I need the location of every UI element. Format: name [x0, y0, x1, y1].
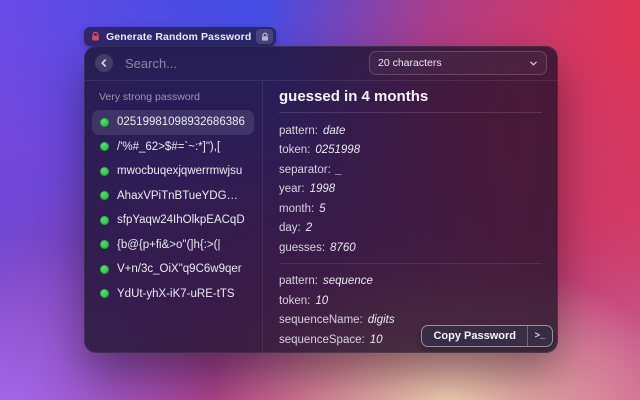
lock-icon [260, 32, 270, 42]
password-list-item[interactable]: AhaxVPiTnBTueYDGNUPV [92, 184, 254, 209]
password-list: Very strong password 0251998109893268638… [84, 81, 262, 353]
password-list-item[interactable]: /'%#_62>$#=`~:*]"),[ [92, 135, 254, 160]
password-text: /'%#_62>$#=`~:*]"),[ [117, 141, 220, 153]
back-button[interactable] [95, 54, 113, 72]
detail-field: pattern: sequence [279, 272, 542, 292]
detail-pane: guessed in 4 months pattern: date token:… [263, 81, 558, 353]
copy-password-button[interactable]: Copy Password >_ [421, 325, 553, 347]
list-section-header: Very strong password [92, 86, 254, 110]
password-text: 02519981098932686386 [117, 116, 245, 128]
window-content: Very strong password 0251998109893268638… [84, 81, 558, 353]
password-text: sfpYaqw24IhOlkpEACqD [117, 214, 245, 226]
password-list-item[interactable]: V+n/3c_OiX"q9C6w9qer [92, 257, 254, 282]
search-input[interactable] [123, 55, 369, 72]
password-list-item[interactable]: mwocbuqexjqwerrmwjsu [92, 159, 254, 184]
password-list-item[interactable]: YdUt-yhX-iK7-uRE-tTS [92, 282, 254, 307]
detail-field: year: 1998 [279, 180, 542, 200]
password-text: YdUt-yhX-iK7-uRE-tTS [117, 288, 235, 300]
dropdown-value: 20 characters [378, 57, 442, 69]
password-text: AhaxVPiTnBTueYDGNUPV [117, 190, 246, 202]
detail-field: token: 10 [279, 291, 542, 311]
strength-dot-icon [100, 167, 109, 176]
password-text: mwocbuqexjqwerrmwjsu [117, 165, 242, 177]
detail-field: guesses: 8760 [279, 238, 542, 258]
password-list-item[interactable]: {b@{p+fi&>o"(]h{:>(| [92, 233, 254, 258]
terminal-prompt-icon: >_ [528, 331, 552, 341]
detail-field: separator: _ [279, 160, 542, 180]
group-divider [279, 263, 542, 264]
character-count-dropdown[interactable]: 20 characters [369, 51, 547, 75]
password-lock-icon [90, 31, 101, 42]
app-window: 20 characters Very strong password 02519… [84, 46, 558, 353]
detail-field: pattern: date [279, 121, 542, 141]
password-text: {b@{p+fi&>o"(]h{:>(| [117, 239, 220, 251]
password-text: V+n/3c_OiX"q9C6w9qer [117, 263, 242, 275]
match-group-date: pattern: date token: 0251998 separator: … [279, 113, 542, 258]
detail-field: month: 5 [279, 199, 542, 219]
strength-dot-icon [100, 118, 109, 127]
chevron-down-icon [529, 59, 538, 68]
search-bar: 20 characters [84, 46, 558, 81]
strength-dot-icon [100, 240, 109, 249]
command-title-pill: Generate Random Password [84, 27, 276, 46]
password-list-item[interactable]: 02519981098932686386 [92, 110, 254, 135]
strength-dot-icon [100, 216, 109, 225]
strength-dot-icon [100, 191, 109, 200]
detail-field: day: 2 [279, 219, 542, 239]
command-title: Generate Random Password [106, 31, 251, 43]
password-list-item[interactable]: sfpYaqw24IhOlkpEACqD [92, 208, 254, 233]
detail-title: guessed in 4 months [279, 88, 542, 105]
lock-badge [256, 29, 273, 44]
strength-dot-icon [100, 142, 109, 151]
strength-dot-icon [100, 265, 109, 274]
detail-field: token: 0251998 [279, 141, 542, 161]
desktop-background: Generate Random Password 20 characters [0, 0, 640, 400]
chevron-left-icon [100, 59, 108, 67]
strength-dot-icon [100, 289, 109, 298]
detail-field: ascending: false [279, 350, 542, 354]
